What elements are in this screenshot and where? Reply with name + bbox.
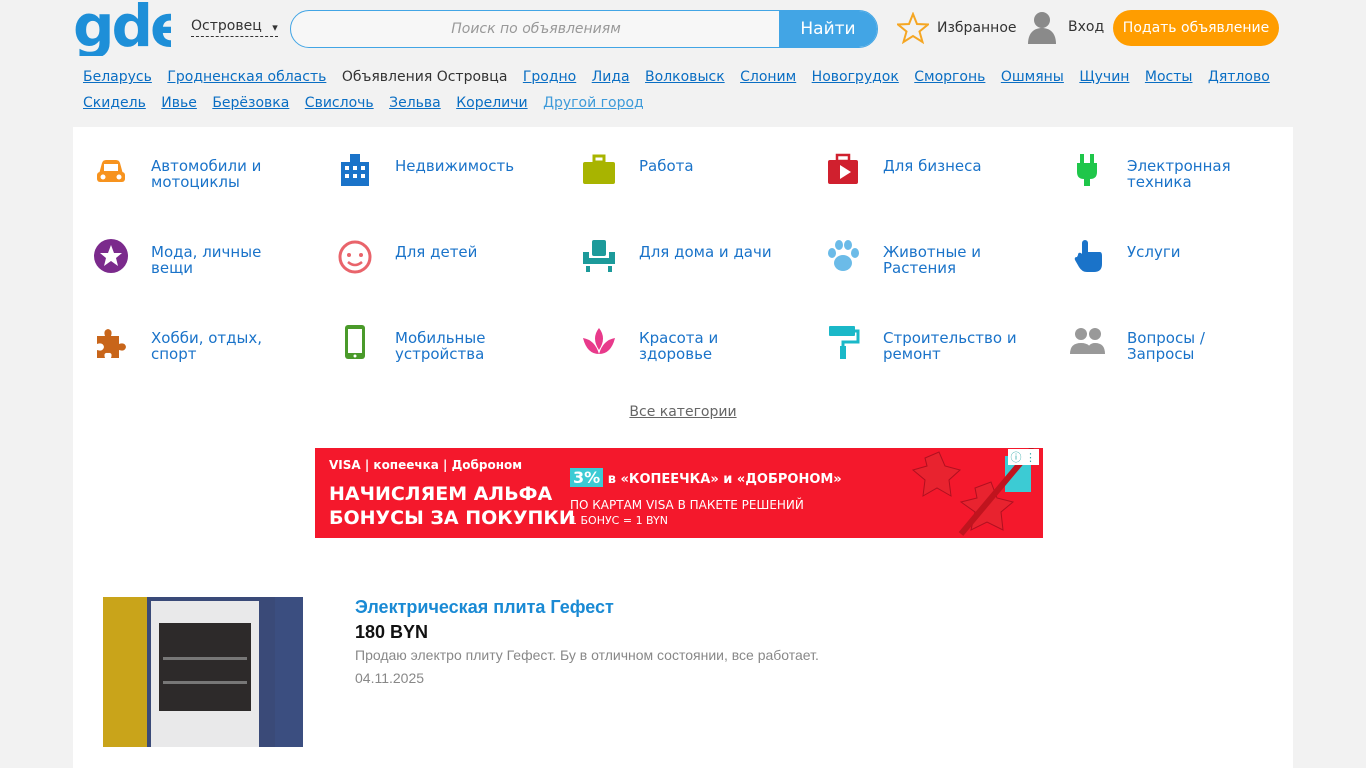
current-city-label: Объявления Островца bbox=[341, 69, 508, 85]
main-panel: Автомобили и мотоциклы Недвижимость Работа… bbox=[73, 127, 1293, 768]
listing-thumbnail[interactable] bbox=[103, 597, 303, 747]
post-ad-button[interactable]: Подать объявление bbox=[1113, 10, 1279, 46]
ad-bonus-line: 1 БОНУС = 1 BYN bbox=[570, 514, 668, 527]
category-item[interactable]: Для бизнеса bbox=[805, 133, 1025, 193]
category-item[interactable]: Услуги bbox=[1049, 219, 1269, 279]
city-link[interactable]: Зельва bbox=[389, 95, 441, 111]
hand-pointer-icon bbox=[1074, 240, 1102, 272]
search-button[interactable]: Найти bbox=[779, 11, 877, 47]
city-link[interactable]: Другой город bbox=[543, 95, 644, 111]
city-link[interactable]: Кореличи bbox=[456, 95, 527, 111]
briefcase-icon bbox=[583, 154, 615, 184]
category-item[interactable]: Для детей bbox=[317, 219, 537, 279]
ad-brands: VISA | копеечка | Доброном bbox=[329, 458, 523, 472]
city-link[interactable]: Скидель bbox=[83, 95, 146, 111]
category-label: Для детей bbox=[395, 243, 478, 261]
paw-icon bbox=[828, 240, 859, 271]
all-categories-link[interactable]: Все категории bbox=[629, 404, 736, 420]
category-item[interactable]: Для дома и дачи bbox=[561, 219, 781, 279]
category-label: Вопросы / Запросы bbox=[1127, 329, 1205, 363]
category-label: Мобильные устройства bbox=[395, 329, 486, 363]
baby-face-icon bbox=[338, 240, 372, 274]
ad-headline: НАЧИСЛЯЕМ АЛЬФА БОНУСЫ ЗА ПОКУПКИ bbox=[329, 483, 575, 529]
city-link[interactable]: Слоним bbox=[740, 69, 796, 85]
city-link[interactable]: Щучин bbox=[1079, 69, 1129, 85]
category-label: Автомобили и мотоциклы bbox=[151, 157, 262, 191]
ad-subline: ПО КАРТАМ VISA В ПАКЕТЕ РЕШЕНИЙ bbox=[570, 498, 804, 512]
car-icon bbox=[97, 160, 125, 182]
ad-promo-percent: 3% bbox=[570, 468, 604, 487]
video-play-icon bbox=[828, 153, 858, 184]
user-icon bbox=[1028, 12, 1056, 44]
building-icon bbox=[341, 154, 369, 186]
city-link[interactable]: Гродненская область bbox=[167, 69, 326, 85]
all-categories: Все категории bbox=[73, 404, 1293, 420]
ad-promo: 3% в «КОПЕЕЧКА» и «ДОБРОНОМ» bbox=[570, 468, 842, 487]
city-selector[interactable]: Островец ▾ bbox=[191, 17, 278, 37]
category-item[interactable]: Хобби, отдых, спорт bbox=[73, 305, 293, 365]
star-icon bbox=[897, 12, 929, 44]
favorites-label: Избранное bbox=[937, 20, 1017, 36]
category-item[interactable]: Работа bbox=[561, 133, 781, 193]
category-label: Электронная техника bbox=[1127, 157, 1231, 191]
city-link[interactable]: Гродно bbox=[523, 69, 576, 85]
favorites-link[interactable]: Избранное bbox=[897, 11, 1017, 45]
ad-banner[interactable]: VISA | копеечка | Доброном НАЧИСЛЯЕМ АЛЬ… bbox=[315, 448, 1043, 538]
listing-description: Продаю электро плиту Гефест. Бу в отличн… bbox=[355, 647, 819, 663]
listing-price: 180 BYN bbox=[355, 622, 429, 642]
category-label: Животные и Растения bbox=[883, 243, 982, 277]
star-badge-icon bbox=[94, 239, 128, 273]
ad-promo-text: в «КОПЕЕЧКА» и «ДОБРОНОМ» bbox=[607, 472, 842, 487]
listing-date: 04.11.2025 bbox=[355, 670, 425, 686]
category-label: Красота и здоровье bbox=[639, 329, 719, 363]
search-input[interactable] bbox=[291, 11, 781, 47]
plug-icon bbox=[1077, 154, 1097, 186]
category-label: Услуги bbox=[1127, 243, 1181, 261]
category-item[interactable]: Электронная техника bbox=[1049, 133, 1269, 193]
city-links: Беларусь Гродненская область Объявления … bbox=[83, 64, 1283, 116]
category-label: Для бизнеса bbox=[883, 157, 982, 175]
category-item[interactable]: Недвижимость bbox=[317, 133, 537, 193]
paint-roller-icon bbox=[829, 326, 860, 359]
logo-text: gde bbox=[73, 2, 171, 56]
city-link[interactable]: Дятлово bbox=[1208, 69, 1270, 85]
armchair-icon bbox=[583, 240, 615, 272]
search-bar: Найти bbox=[290, 10, 878, 48]
chevron-down-icon: ▾ bbox=[272, 21, 278, 34]
category-label: Строительство и ремонт bbox=[883, 329, 1017, 363]
city-link[interactable]: Беларусь bbox=[83, 69, 152, 85]
category-label: Мода, личные вещи bbox=[151, 243, 262, 277]
category-item[interactable]: Строительство и ремонт bbox=[805, 305, 1025, 365]
category-label: Для дома и дачи bbox=[639, 243, 772, 261]
city-link[interactable]: Лида bbox=[592, 69, 630, 85]
city-link[interactable]: Сморгонь bbox=[914, 69, 985, 85]
puzzle-icon bbox=[97, 329, 126, 358]
smartphone-icon bbox=[345, 325, 365, 359]
category-item[interactable]: Мода, личные вещи bbox=[73, 219, 293, 279]
city-link[interactable]: Свислочь bbox=[305, 95, 374, 111]
city-label: Островец bbox=[191, 18, 262, 34]
category-item[interactable]: Животные и Растения bbox=[805, 219, 1025, 279]
category-label: Работа bbox=[639, 157, 694, 175]
category-label: Недвижимость bbox=[395, 157, 515, 175]
city-link[interactable]: Ошмяны bbox=[1001, 69, 1064, 85]
ad-info-icon[interactable]: ⓘ ⋮ bbox=[1007, 449, 1039, 465]
login-link[interactable]: Вход bbox=[1026, 10, 1104, 44]
people-icon bbox=[1070, 328, 1105, 354]
category-item[interactable]: Красота и здоровье bbox=[561, 305, 781, 365]
lotus-icon bbox=[583, 328, 615, 354]
category-label: Хобби, отдых, спорт bbox=[151, 329, 263, 363]
city-link[interactable]: Волковыск bbox=[645, 69, 725, 85]
gde-logo[interactable]: gde bbox=[73, 2, 171, 56]
login-label: Вход bbox=[1068, 19, 1105, 35]
city-link[interactable]: Мосты bbox=[1145, 69, 1193, 85]
category-item[interactable]: Вопросы / Запросы bbox=[1049, 305, 1269, 365]
city-link[interactable]: Ивье bbox=[161, 95, 197, 111]
city-link[interactable]: Новогрудок bbox=[812, 69, 899, 85]
listing-item[interactable]: Электрическая плита Гефест 180 BYN Прода… bbox=[103, 597, 1103, 747]
category-item[interactable]: Мобильные устройства bbox=[317, 305, 537, 365]
listing-title[interactable]: Электрическая плита Гефест bbox=[355, 597, 614, 618]
city-link[interactable]: Берёзовка bbox=[212, 95, 289, 111]
category-item[interactable]: Автомобили и мотоциклы bbox=[73, 133, 293, 193]
